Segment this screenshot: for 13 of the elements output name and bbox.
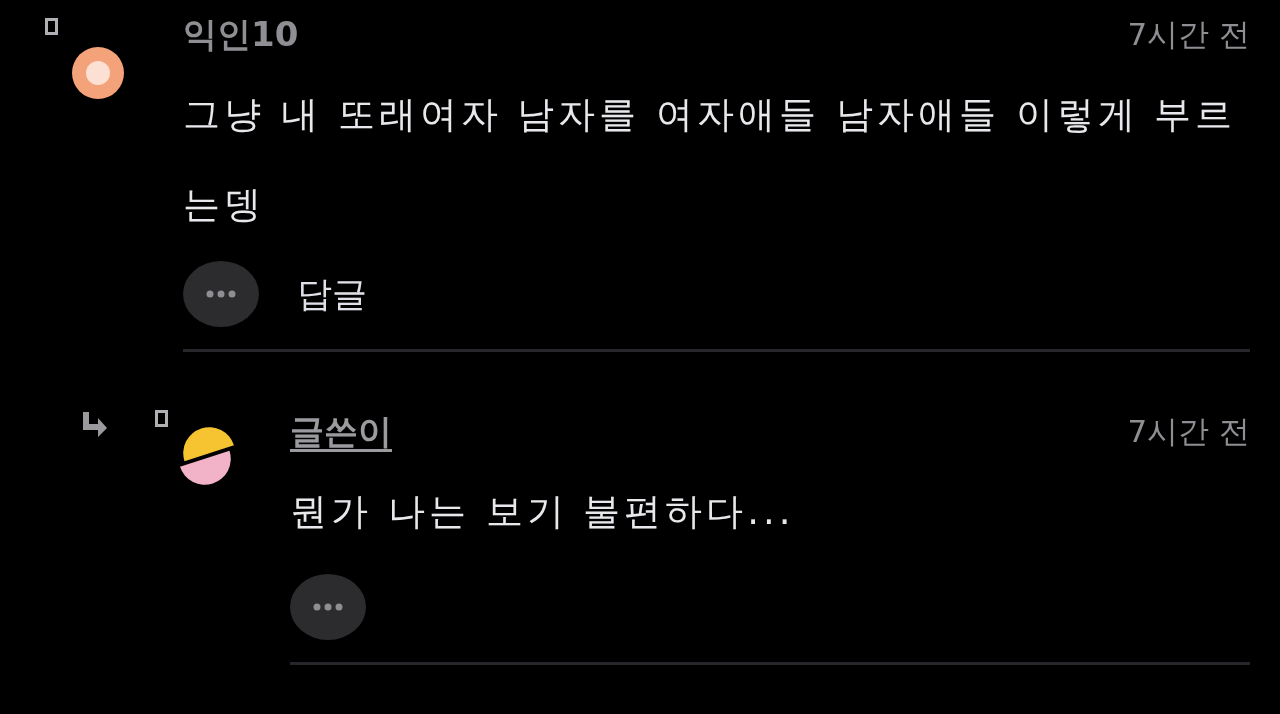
avatar-icon <box>72 47 124 99</box>
placeholder-glyph-icon <box>45 18 58 35</box>
author-name[interactable]: 글쓴이 <box>290 409 392 455</box>
timestamp: 7시간 전 <box>1127 412 1250 451</box>
placeholder-glyph-icon <box>155 410 168 427</box>
reply-button[interactable]: 답글 <box>297 270 367 318</box>
comment-text: 그냥 내 또래여자 남자를 여자애들 남자애들 이렇게 부르는뎅 <box>183 92 1238 228</box>
timestamp: 7시간 전 <box>1127 15 1250 54</box>
reply-arrow-icon <box>80 410 108 437</box>
more-icon <box>206 290 236 298</box>
author-name: 익인10 <box>183 13 299 56</box>
comment-text: 뭔가 나는 보기 불편하다... <box>290 489 796 535</box>
more-icon <box>313 603 343 611</box>
